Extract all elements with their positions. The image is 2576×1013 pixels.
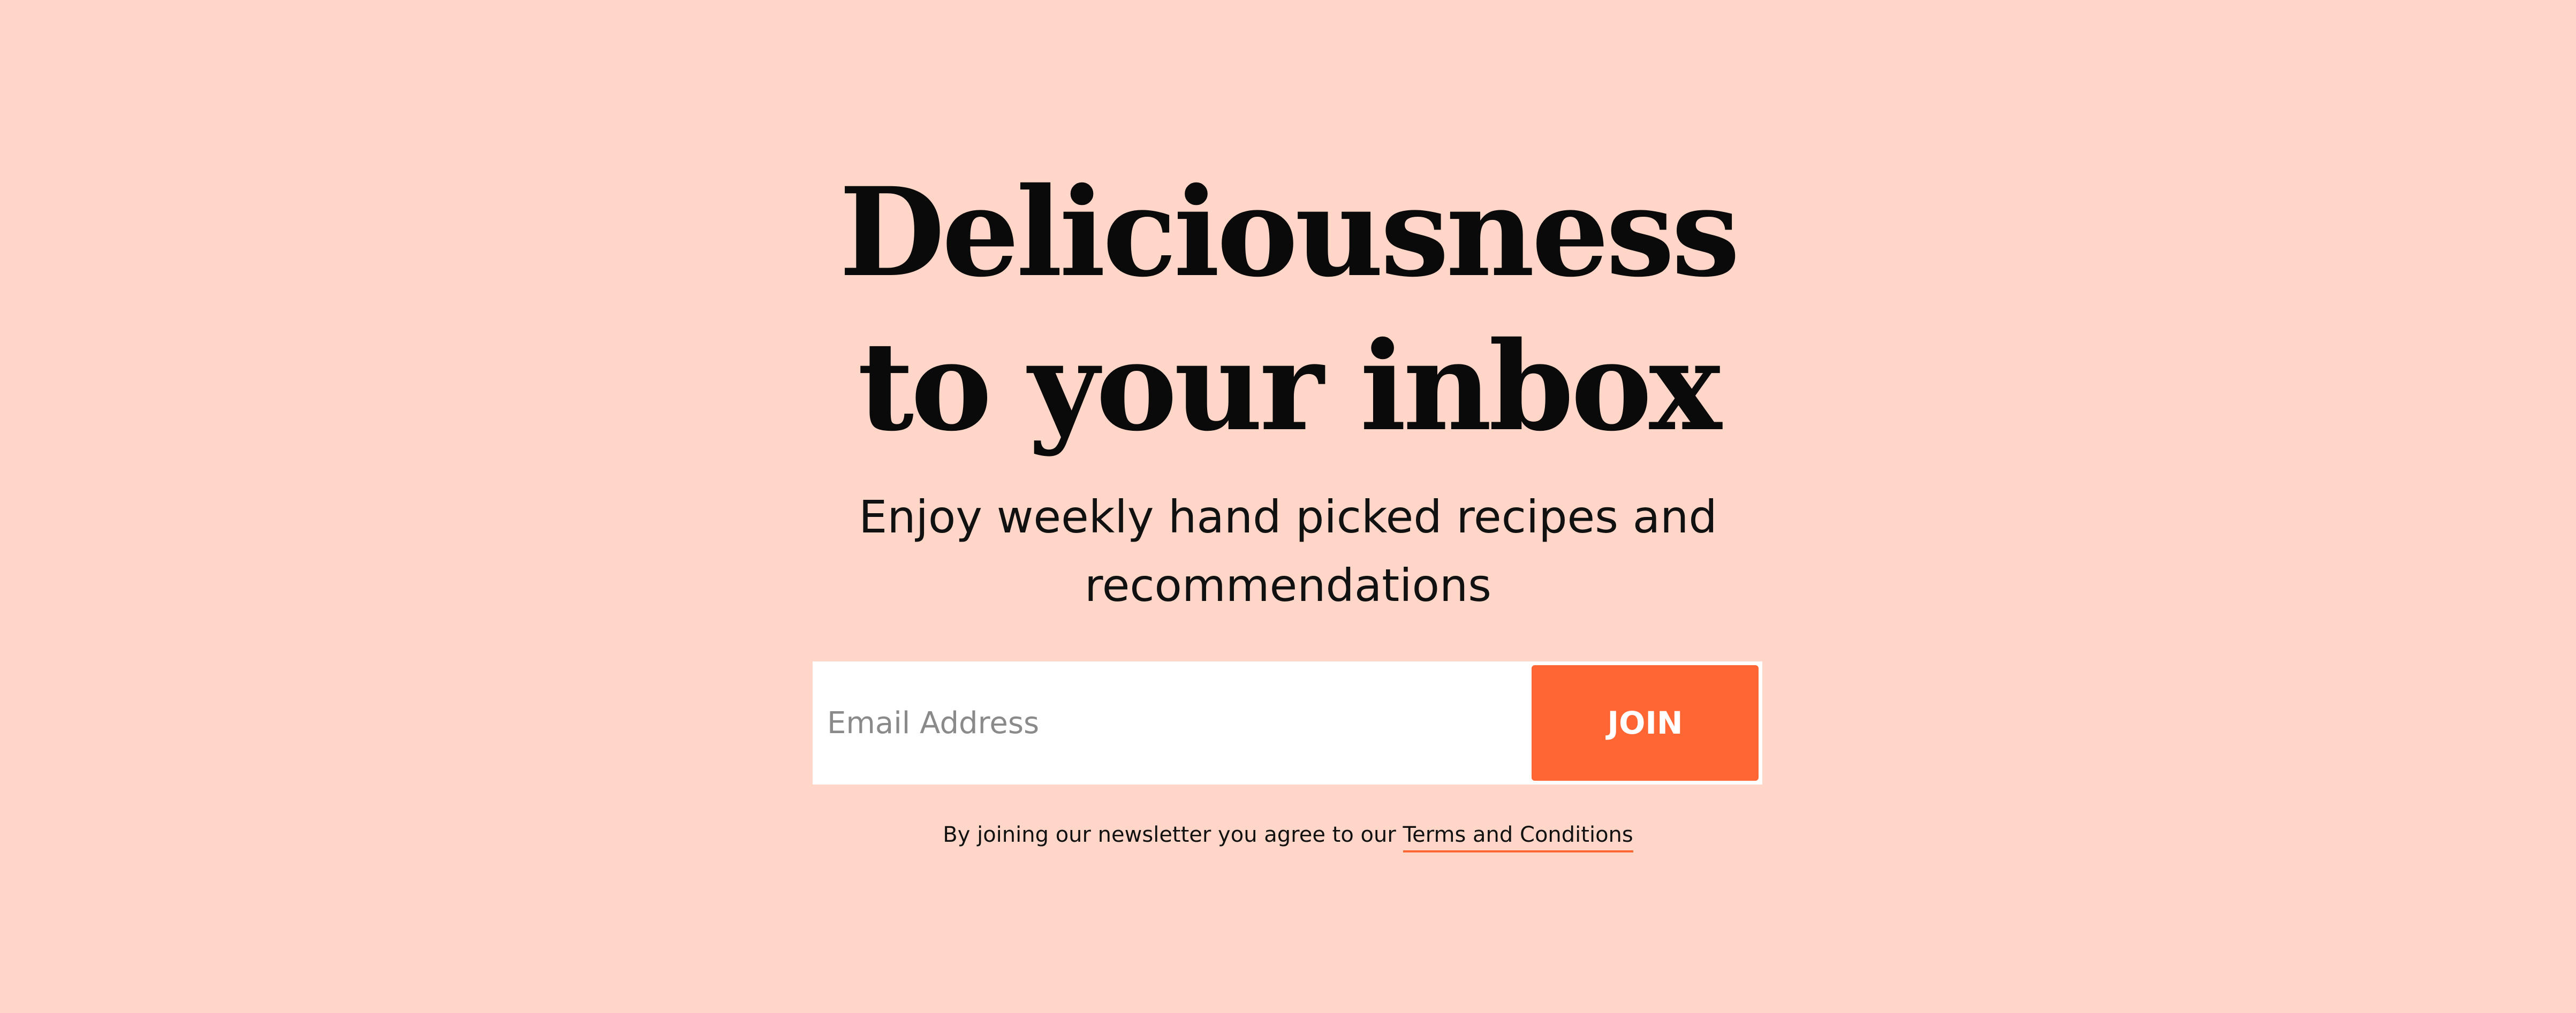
headline-line-1: Deliciousness	[839, 161, 1740, 304]
newsletter-signup-page: Deliciousness to your inbox Enjoy weekly…	[0, 0, 2576, 1013]
legal-notice-text: By joining our newsletter you agree to o…	[943, 822, 1403, 847]
subheading: Enjoy weekly hand picked recipes and rec…	[0, 483, 2576, 620]
subheading-line-2: recommendations	[1085, 559, 1491, 612]
legal-notice: By joining our newsletter you agree to o…	[0, 818, 2576, 852]
terms-and-conditions-link[interactable]: Terms and Conditions	[1403, 822, 1633, 852]
headline: Deliciousness to your inbox	[0, 155, 2576, 463]
newsletter-signup-form: JOIN	[813, 661, 1762, 784]
headline-line-2: to your inbox	[857, 315, 1722, 458]
subheading-line-1: Enjoy weekly hand picked recipes and	[859, 491, 1717, 543]
email-input[interactable]	[814, 663, 1529, 783]
join-button[interactable]: JOIN	[1532, 665, 1759, 781]
